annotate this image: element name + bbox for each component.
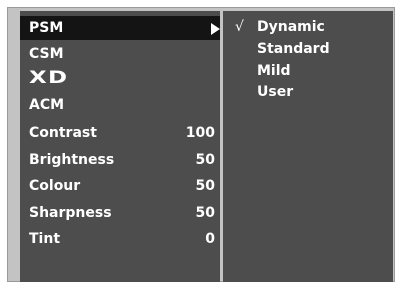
xd-logo-icon: XD: [29, 68, 69, 88]
submenu-panel: √ Dynamic Standard Mild User: [223, 11, 393, 282]
menu-item-label: Sharpness: [29, 205, 112, 221]
submenu-option-standard[interactable]: Standard: [223, 39, 393, 60]
menu-item-colour[interactable]: Colour 50: [20, 174, 220, 198]
menu-item-csm[interactable]: CSM: [20, 42, 220, 66]
menu-item-value: 50: [195, 152, 215, 168]
menu-item-value: 50: [195, 178, 215, 194]
menu-item-label: CSM: [29, 46, 64, 62]
menu-item-acm[interactable]: ACM: [20, 93, 220, 117]
menu-item-value: 100: [185, 125, 215, 141]
menu-item-tint[interactable]: Tint 0: [20, 227, 220, 251]
menu-item-sharpness[interactable]: Sharpness 50: [20, 201, 220, 225]
menu-item-xd[interactable]: XD: [20, 66, 220, 90]
menu-item-value: 50: [195, 205, 215, 221]
submenu-option-label: Dynamic: [257, 19, 325, 35]
submenu-option-label: User: [257, 84, 294, 100]
menu-item-label: Contrast: [29, 125, 97, 141]
submenu-option-mild[interactable]: Mild: [223, 61, 393, 82]
check-mark-icon: √: [235, 19, 244, 35]
menu-item-brightness[interactable]: Brightness 50: [20, 148, 220, 172]
submenu-option-label: Mild: [257, 63, 291, 79]
submenu-option-user[interactable]: User: [223, 82, 393, 103]
submenu-option-label: Standard: [257, 41, 330, 57]
submenu-arrow-icon: [211, 23, 220, 35]
menu-item-label: Colour: [29, 178, 81, 194]
menu-item-value: 0: [205, 231, 215, 247]
menu-item-label: PSM: [29, 20, 64, 36]
menu-item-label: Tint: [29, 231, 61, 247]
menu-item-contrast[interactable]: Contrast 100: [20, 121, 220, 145]
osd-menu-window: PSM CSM XD ACM Contrast 100 Brightness 5…: [7, 7, 395, 282]
main-menu-panel: PSM CSM XD ACM Contrast 100 Brightness 5…: [20, 11, 220, 282]
menu-item-psm[interactable]: PSM: [20, 16, 220, 40]
menu-item-label: Brightness: [29, 152, 115, 168]
menu-item-label: ACM: [29, 97, 65, 113]
submenu-option-dynamic[interactable]: √ Dynamic: [223, 17, 393, 38]
